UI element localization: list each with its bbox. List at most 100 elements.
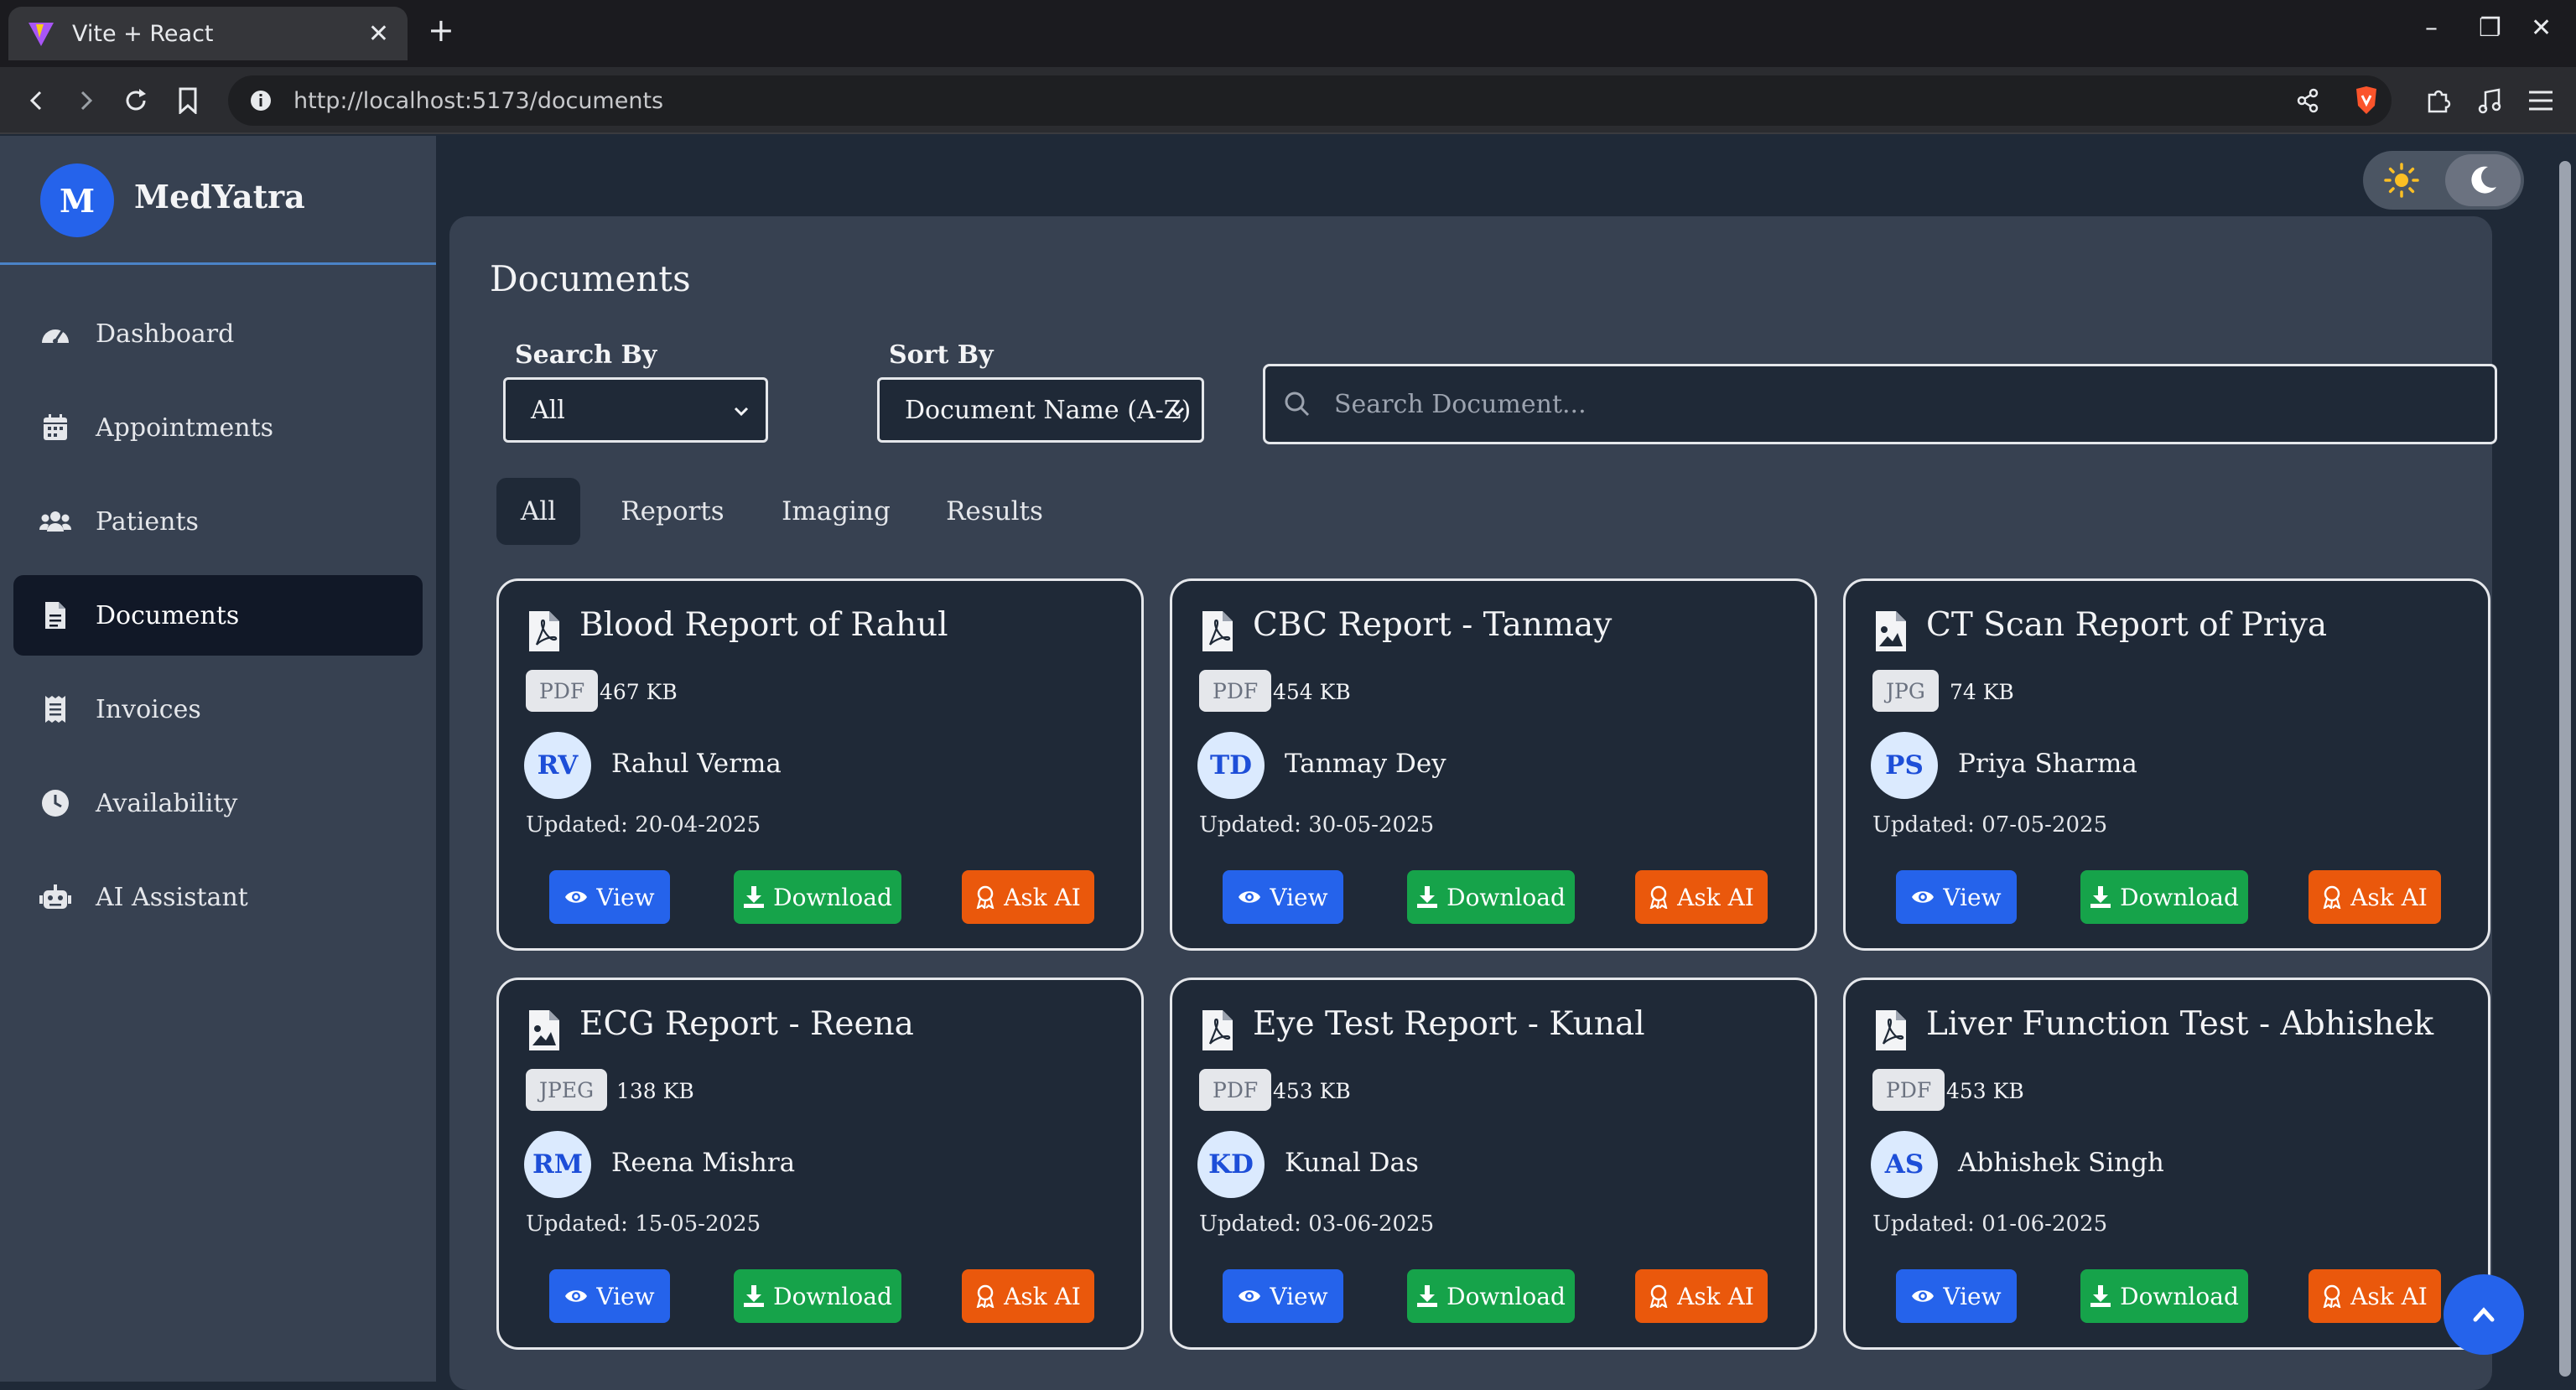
view-button[interactable]: View <box>1896 870 2017 924</box>
menu-icon[interactable] <box>2524 84 2558 117</box>
address-bar[interactable]: http://localhost:5173/documents <box>228 75 2392 126</box>
chevron-down-icon <box>734 407 749 417</box>
document-title: Blood Report of Rahul <box>579 606 948 644</box>
search-by-select[interactable]: All <box>503 377 768 443</box>
sidebar-item-patients[interactable]: Patients <box>13 481 423 562</box>
ask-ai-button[interactable]: Ask AI <box>2309 1269 2441 1323</box>
share-icon[interactable] <box>2291 84 2324 117</box>
view-button[interactable]: View <box>1223 1269 1343 1323</box>
view-button[interactable]: View <box>1223 870 1343 924</box>
award-icon <box>976 885 995 909</box>
ask-ai-button[interactable]: Ask AI <box>1635 870 1768 924</box>
sidebar-item-invoices[interactable]: Invoices <box>13 669 423 749</box>
award-icon <box>2323 885 2341 909</box>
ask-ai-label: Ask AI <box>1004 1282 1081 1310</box>
site-info-icon[interactable] <box>250 90 272 112</box>
document-card: Liver Function Test - Abhishek PDF 453 KB A… <box>1843 978 2490 1350</box>
tab-results[interactable]: Results <box>927 478 1062 545</box>
updated-date: Updated: 20-04-2025 <box>526 812 761 838</box>
sidebar-item-documents[interactable]: Documents <box>13 575 423 656</box>
file-size: 138 KB <box>616 1079 694 1103</box>
new-tab-icon[interactable]: + <box>428 12 454 49</box>
chevron-up-icon <box>2473 1307 2495 1322</box>
download-label: Download <box>773 1282 892 1310</box>
ask-ai-button[interactable]: Ask AI <box>962 870 1094 924</box>
view-button[interactable]: View <box>1896 1269 2017 1323</box>
file-size: 454 KB <box>1273 680 1351 704</box>
extensions-icon[interactable] <box>2422 84 2455 117</box>
download-label: Download <box>773 883 892 911</box>
tab-all[interactable]: All <box>496 478 580 545</box>
file-type-badge: PDF <box>1199 670 1272 712</box>
search-icon <box>1285 392 1310 417</box>
media-icon[interactable] <box>2474 84 2507 117</box>
tab-reports[interactable]: Reports <box>605 478 740 545</box>
close-tab-icon[interactable]: ✕ <box>368 19 389 49</box>
pdf-file-icon <box>1202 611 1233 651</box>
scrollbar[interactable] <box>2554 136 2576 1382</box>
download-button[interactable]: Download <box>2080 1269 2248 1323</box>
view-button[interactable]: View <box>549 870 670 924</box>
theme-toggle[interactable] <box>2363 151 2524 210</box>
search-input[interactable] <box>1332 388 2423 420</box>
sun-icon[interactable] <box>2383 162 2420 199</box>
brave-shield-icon[interactable] <box>2350 84 2383 117</box>
pdf-file-icon <box>1202 1010 1233 1050</box>
document-title: Eye Test Report - Kunal <box>1253 1005 1645 1043</box>
restore-icon[interactable]: ❐ <box>2479 13 2501 43</box>
download-button[interactable]: Download <box>734 870 901 924</box>
sidebar-item-ai-assistant[interactable]: AI Assistant <box>13 857 423 937</box>
sort-by-label: Sort By <box>889 340 994 370</box>
browser-toolbar: http://localhost:5173/documents <box>0 67 2576 134</box>
document-title: CBC Report - Tanmay <box>1253 606 1613 644</box>
document-card: CT Scan Report of Priya JPG 74 KB PS Priya S… <box>1843 578 2490 951</box>
minimize-icon[interactable]: – <box>2425 13 2438 43</box>
download-button[interactable]: Download <box>1407 1269 1575 1323</box>
sidebar-item-availability[interactable]: Availability <box>13 763 423 843</box>
view-button[interactable]: View <box>549 1269 670 1323</box>
browser-tab[interactable]: Vite + React ✕ <box>8 7 408 60</box>
download-icon <box>2090 1285 2111 1307</box>
ask-ai-button[interactable]: Ask AI <box>2309 870 2441 924</box>
dark-mode-button[interactable] <box>2445 154 2521 206</box>
file-type-badge: JPG <box>1872 670 1939 712</box>
scroll-to-top-button[interactable] <box>2444 1274 2524 1355</box>
download-button[interactable]: Download <box>734 1269 901 1323</box>
download-icon <box>744 1285 765 1307</box>
sidebar-item-label: Invoices <box>96 694 201 724</box>
sidebar-item-label: Availability <box>96 788 238 818</box>
download-label: Download <box>2120 883 2239 911</box>
sidebar-item-dashboard[interactable]: Dashboard <box>13 293 423 374</box>
updated-date: Updated: 30-05-2025 <box>1199 812 1435 838</box>
sort-by-select[interactable]: Document Name (A-Z) <box>877 377 1204 443</box>
patient-name: Kunal Das <box>1285 1148 1419 1178</box>
scrollbar-thumb[interactable] <box>2559 161 2571 1377</box>
award-icon <box>2323 1284 2341 1308</box>
sort-by-value: Document Name (A-Z) <box>905 395 1192 425</box>
sidebar-item-appointments[interactable]: Appointments <box>13 387 423 468</box>
document-title: Liver Function Test - Abhishek <box>1926 1005 2434 1043</box>
download-icon <box>2090 886 2111 908</box>
patient-avatar: RV <box>524 732 591 799</box>
back-icon[interactable] <box>20 84 54 117</box>
patient-avatar: TD <box>1197 732 1265 799</box>
document-card: Blood Report of Rahul PDF 467 KB RV Rahul Ve… <box>496 578 1144 951</box>
close-window-icon[interactable]: ✕ <box>2531 13 2552 43</box>
search-box[interactable] <box>1263 364 2497 444</box>
ask-ai-button[interactable]: Ask AI <box>1635 1269 1768 1323</box>
bookmark-icon[interactable] <box>171 84 205 117</box>
eye-icon <box>565 891 588 903</box>
dashboard-icon <box>39 317 72 350</box>
download-button[interactable]: Download <box>2080 870 2248 924</box>
view-label: View <box>1943 1282 2002 1310</box>
download-button[interactable]: Download <box>1407 870 1575 924</box>
ask-ai-button[interactable]: Ask AI <box>962 1269 1094 1323</box>
forward-icon[interactable] <box>69 84 102 117</box>
document-card: CBC Report - Tanmay PDF 454 KB TD Tanmay Dey… <box>1170 578 1817 951</box>
search-by-value: All <box>531 395 565 425</box>
sidebar-item-label: Dashboard <box>96 319 235 349</box>
reload-icon[interactable] <box>119 84 153 117</box>
download-label: Download <box>1446 883 1566 911</box>
tab-imaging[interactable]: Imaging <box>765 478 907 545</box>
chevron-down-icon <box>1170 407 1185 417</box>
